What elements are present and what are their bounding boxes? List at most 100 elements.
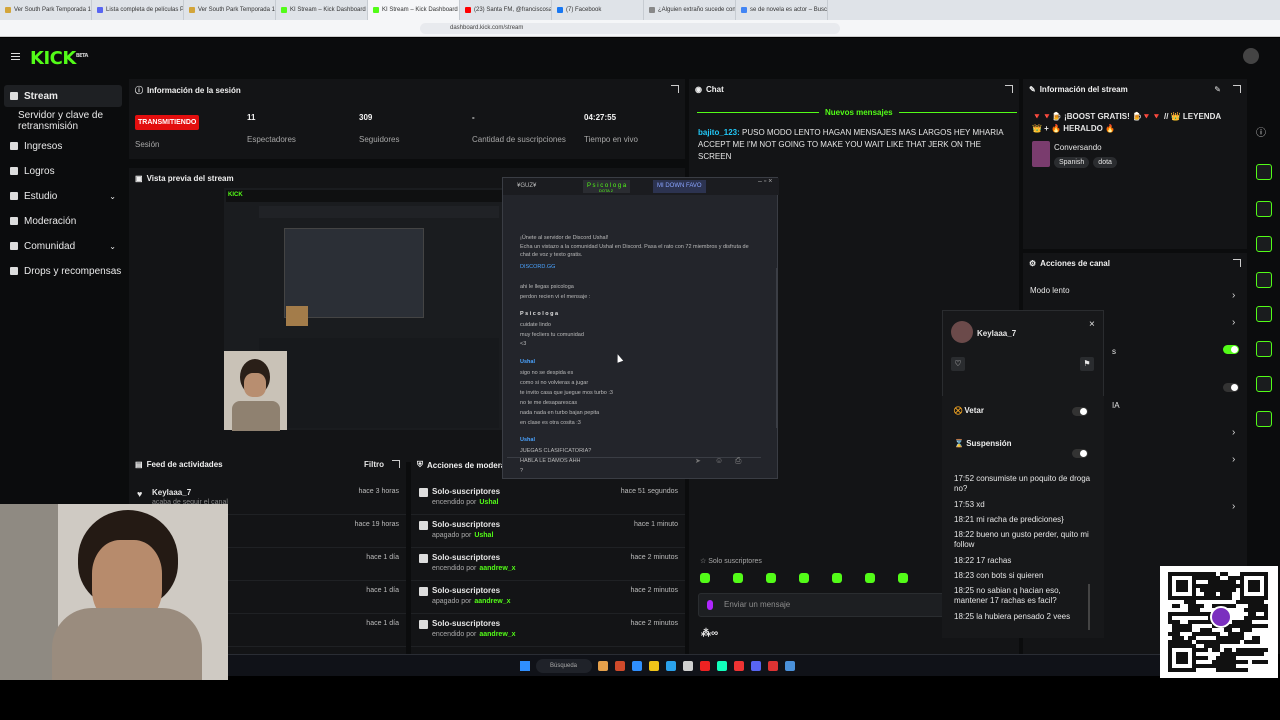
slow-mode-label[interactable]: Modo lento: [1030, 286, 1070, 295]
pencil-icon[interactable]: ✎: [1214, 85, 1221, 94]
expand-icon[interactable]: [1233, 85, 1241, 93]
discord-tab[interactable]: ¥GUZ¥: [513, 180, 540, 193]
chat-username[interactable]: bajito_123:: [698, 128, 740, 137]
mod-action-by[interactable]: aandrew_x: [474, 598, 510, 605]
emoji-icon[interactable]: ☺: [715, 456, 723, 465]
hamburger-menu-icon[interactable]: [11, 53, 20, 60]
emote-icon[interactable]: [799, 573, 809, 583]
chevron-right-icon[interactable]: ›: [1232, 290, 1235, 301]
discord-username[interactable]: P s i c o l o g a: [520, 311, 558, 317]
taskbar-app-icon[interactable]: [649, 661, 659, 671]
window-controls-icon[interactable]: – ▫ ×: [758, 178, 772, 185]
taskbar-search[interactable]: Búsqueda: [536, 659, 592, 673]
category-name[interactable]: Conversando: [1054, 143, 1102, 152]
browser-tab[interactable]: (7) Facebook: [552, 0, 644, 20]
sidebar-item[interactable]: Comunidad ⌄: [4, 235, 122, 257]
stream-preview-video[interactable]: KICK: [224, 188, 504, 431]
taskbar-app-icon[interactable]: [615, 661, 625, 671]
sidebar-item[interactable]: Logros: [4, 160, 122, 182]
taskbar-app-icon[interactable]: [768, 661, 778, 671]
taskbar-app-icon[interactable]: [666, 661, 676, 671]
stream-tag[interactable]: Spanish: [1054, 157, 1090, 168]
channel-action-toggle[interactable]: [1223, 383, 1239, 392]
emote-icon[interactable]: [766, 573, 776, 583]
sidebar-item[interactable]: Stream: [4, 85, 122, 107]
document-icon[interactable]: [1256, 236, 1272, 252]
browser-tab[interactable]: Ver South Park Temporada 18 Episo: [0, 0, 92, 20]
address-field[interactable]: dashboard.kick.com/stream: [420, 23, 840, 34]
emote-icon[interactable]: [832, 573, 842, 583]
emote-picker-icon[interactable]: [707, 600, 713, 610]
browser-tab[interactable]: KI Stream – Kick Dashboard: [276, 0, 368, 20]
browser-tab[interactable]: Ver South Park Temporada 18 Episo: [184, 0, 276, 20]
crosshair-icon[interactable]: [1256, 164, 1272, 180]
taskbar-app-icon[interactable]: [785, 661, 795, 671]
chevron-down-icon[interactable]: ⌄: [109, 192, 116, 201]
chevron-down-icon[interactable]: ⌄: [109, 242, 116, 251]
mod-action-by[interactable]: aandrew_x: [479, 631, 515, 638]
info-icon[interactable]: ⓘ: [1256, 124, 1272, 140]
sidebar-item[interactable]: Ingresos: [4, 135, 122, 157]
scrollbar[interactable]: [776, 268, 778, 428]
broadcast-icon[interactable]: [1256, 306, 1272, 322]
taskbar-app-icon[interactable]: [751, 661, 761, 671]
taskbar-app-icon[interactable]: [632, 661, 642, 671]
share-icon[interactable]: [1256, 411, 1272, 427]
chevron-right-icon[interactable]: ›: [1232, 317, 1235, 328]
taskbar-app-icon[interactable]: [717, 661, 727, 671]
sidebar-item[interactable]: Estudio ⌄: [4, 185, 122, 207]
send-icon[interactable]: ➤: [695, 457, 701, 465]
activity-time: hace 19 horas: [354, 521, 399, 528]
emote-icon[interactable]: [898, 573, 908, 583]
expand-icon[interactable]: [1233, 259, 1241, 267]
sidebar-item[interactable]: Moderación: [4, 210, 122, 232]
chat-bubble-icon[interactable]: [1256, 272, 1272, 288]
stream-tag[interactable]: dota: [1093, 157, 1117, 168]
avatar[interactable]: [1243, 48, 1259, 64]
browser-tab[interactable]: se de novela es actor – Buscar con G: [736, 0, 828, 20]
chevron-right-icon[interactable]: ›: [1232, 501, 1235, 512]
server-icon[interactable]: [1256, 341, 1272, 357]
discord-username[interactable]: Ushal: [520, 437, 535, 443]
filter-button[interactable]: Filtro: [364, 460, 384, 469]
mod-action-by[interactable]: aandrew_x: [479, 565, 515, 572]
channel-action-toggle[interactable]: [1223, 345, 1239, 354]
taskbar-app-icon[interactable]: [598, 661, 608, 671]
ban-toggle[interactable]: [1072, 407, 1088, 416]
sidebar-item[interactable]: Drops y recompensas: [4, 260, 122, 282]
wrench-icon[interactable]: [1256, 376, 1272, 392]
chat-footer-icons[interactable]: ⁂∞: [701, 628, 718, 639]
activity-user[interactable]: Keylaaa_7: [152, 488, 191, 497]
browser-tab[interactable]: ¿Alguien extraño sucede con el fin: [644, 0, 736, 20]
windows-start-icon[interactable]: [520, 661, 530, 671]
taskbar-app-icon[interactable]: [683, 661, 693, 671]
taskbar-app-icon[interactable]: [700, 661, 710, 671]
suspension-toggle[interactable]: [1072, 449, 1088, 458]
mod-action-by[interactable]: Ushal: [479, 499, 498, 506]
chevron-right-icon[interactable]: ›: [1232, 427, 1235, 438]
browser-tab[interactable]: Lista completa de películas Página: [92, 0, 184, 20]
attach-icon[interactable]: ⎙: [735, 456, 741, 466]
gift-icon[interactable]: ⚑: [1080, 357, 1094, 371]
discord-message-line[interactable]: DISCORD.GG: [520, 264, 555, 270]
emote-icon[interactable]: [700, 573, 710, 583]
expand-icon[interactable]: [671, 85, 679, 93]
emote-icon[interactable]: [865, 573, 875, 583]
expand-icon[interactable]: [392, 460, 400, 468]
discord-username[interactable]: Ushal: [520, 359, 535, 365]
discord-tab[interactable]: MI DOWN FAVO: [653, 180, 706, 193]
emote-icon[interactable]: [733, 573, 743, 583]
browser-tab[interactable]: (23) Santa FM, @franciscosand: [460, 0, 552, 20]
mod-action-by[interactable]: Ushal: [474, 532, 493, 539]
chevron-right-icon[interactable]: ›: [1232, 454, 1235, 465]
expand-icon[interactable]: [1005, 85, 1013, 93]
kick-logo[interactable]: KICKBETA: [30, 48, 88, 69]
heart-icon[interactable]: ♡: [951, 357, 965, 371]
user-card-name[interactable]: Keylaaa_7: [977, 329, 1016, 338]
close-icon[interactable]: ×: [1089, 319, 1095, 330]
browser-tab[interactable]: KI Stream – Kick Dashboard: [368, 0, 460, 20]
sidebar-item[interactable]: Servidor y clave de retransmisión: [4, 110, 122, 132]
lightning-icon[interactable]: [1256, 201, 1272, 217]
scrollbar[interactable]: [1088, 584, 1090, 630]
taskbar-app-icon[interactable]: [734, 661, 744, 671]
